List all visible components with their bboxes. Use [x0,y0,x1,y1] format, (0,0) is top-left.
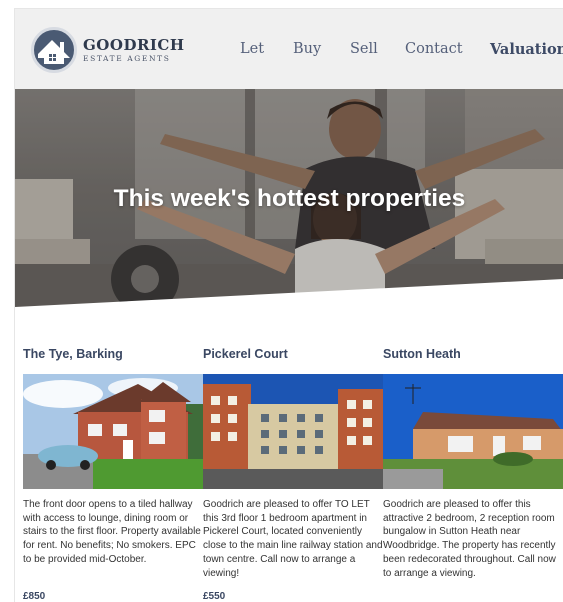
email-frame: GOODRICH ESTATE AGENTS Let Buy Sell Cont… [14,8,563,602]
property-photo[interactable] [23,374,203,489]
property-description: The front door opens to a tiled hallway … [23,499,201,565]
property-card[interactable]: Pickerel Court Goodrich are pleased to o… [203,347,383,602]
hero-banner: This week's hottest properties [15,89,563,307]
property-card[interactable]: The Tye, Barking The front door opens to… [23,347,203,602]
nav-item-contact[interactable]: Contact [405,41,463,57]
property-photo[interactable] [203,374,383,489]
property-title[interactable]: Sutton Heath [383,347,563,367]
hero-slant-edge [15,279,563,307]
property-card[interactable]: Sutton Heath Goodrich are pleased to off… [383,347,563,579]
site-header: GOODRICH ESTATE AGENTS Let Buy Sell Cont… [15,9,563,89]
nav-item-let[interactable]: Let [240,41,264,57]
property-price: £550 [203,591,226,602]
nav-item-sell[interactable]: Sell [350,41,378,57]
property-title[interactable]: The Tye, Barking [23,347,203,367]
property-price: £850 [23,591,46,602]
property-title[interactable]: Pickerel Court [203,347,383,367]
property-description: Goodrich are pleased to offer TO LET thi… [203,499,383,579]
nav-item-buy[interactable]: Buy [293,41,321,57]
property-photo[interactable] [383,374,563,489]
nav-item-valuation[interactable]: Valuation [490,41,563,58]
main-nav: Let Buy Sell Contact Valuation [15,41,563,61]
property-description: Goodrich are pleased to offer this attra… [383,499,556,579]
